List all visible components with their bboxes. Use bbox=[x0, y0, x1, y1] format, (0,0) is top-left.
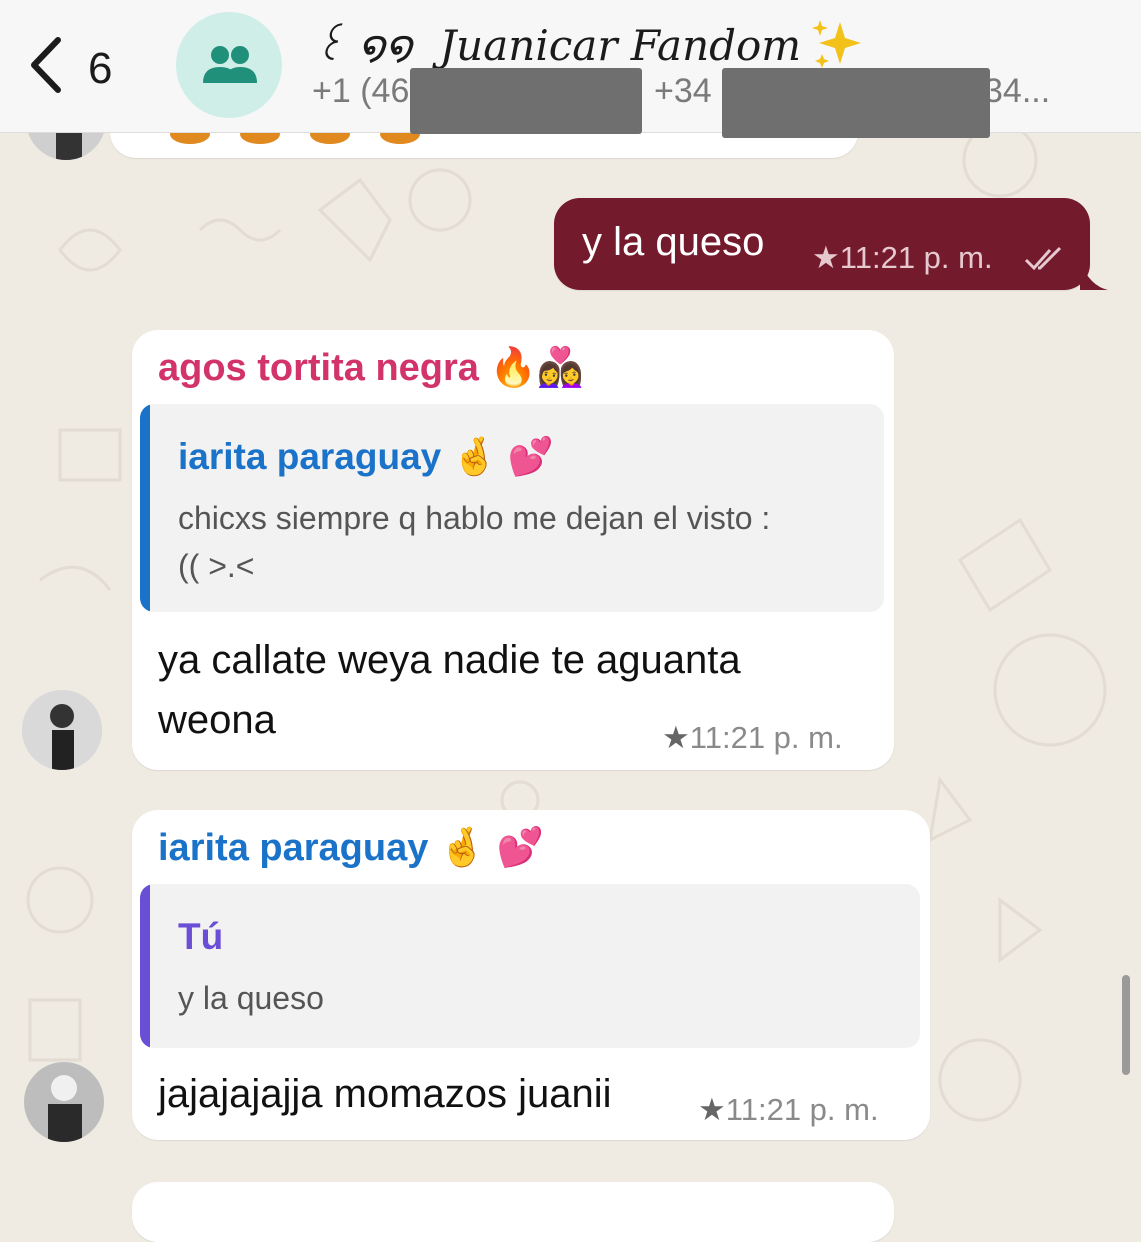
emoji-row bbox=[170, 130, 420, 144]
quote-accent-bar bbox=[140, 884, 150, 1048]
sender-avatar[interactable] bbox=[24, 1062, 104, 1142]
message-text: jajajajajja momazos juanii bbox=[158, 1072, 612, 1116]
incoming-message[interactable]: agos tortita negra 🔥👩‍❤️‍👩 iarita paragu… bbox=[132, 330, 894, 770]
message-time: 11:21 p. m. bbox=[725, 1092, 879, 1127]
quoted-text: chicxs siempre q hablo me dejan el visto… bbox=[178, 500, 771, 584]
message-time: 11:21 p. m. bbox=[839, 240, 993, 275]
bubble-tail bbox=[1080, 262, 1108, 290]
unread-count: 6 bbox=[88, 44, 113, 93]
quoted-message[interactable]: iarita paraguay 🤞 💕 chicxs siempre q hab… bbox=[140, 404, 884, 612]
quoted-message[interactable]: Tú y la queso bbox=[140, 884, 920, 1048]
member-phone: 34... bbox=[984, 72, 1051, 110]
message-meta: ★11:21 p. m. bbox=[662, 720, 843, 756]
group-icon bbox=[203, 46, 257, 83]
outgoing-message[interactable]: y la queso ★11:21 p. m. bbox=[554, 198, 1090, 290]
fire-icon: 🔥 bbox=[489, 347, 537, 389]
redaction-block bbox=[410, 68, 642, 134]
chevron-left-icon bbox=[31, 37, 61, 93]
sender-avatar[interactable] bbox=[22, 690, 102, 770]
star-icon: ★ bbox=[662, 720, 690, 755]
couple-icon: 👩‍❤️‍👩 bbox=[536, 347, 585, 389]
message-text: ya callate weya nadie te aguanta weona bbox=[158, 638, 741, 742]
quote-accent-bar bbox=[140, 404, 150, 612]
two-hearts-icon: 💕 bbox=[496, 827, 545, 869]
avatar-photo bbox=[24, 1062, 104, 1142]
incoming-message[interactable]: iarita paraguay 🤞 💕 Tú y la queso jajaja… bbox=[132, 810, 930, 1140]
message-text: y la queso bbox=[582, 220, 765, 264]
message-meta: ★11:21 p. m. bbox=[698, 1092, 879, 1128]
double-check-icon bbox=[1024, 246, 1062, 271]
avatar-photo bbox=[22, 690, 102, 770]
sender-name: iarita paraguay 🤞 💕 bbox=[158, 827, 545, 869]
crossed-fingers-icon: 🤞 bbox=[451, 436, 498, 477]
group-title[interactable]: ꒰ ໑໑ Juanicar Fandom bbox=[312, 16, 801, 71]
message-bubble-partial[interactable] bbox=[132, 1182, 894, 1242]
quoted-text: y la queso bbox=[178, 980, 324, 1016]
member-phone: +1 (46 bbox=[312, 72, 410, 110]
sparkles-icon bbox=[812, 20, 861, 68]
message-meta: ★11:21 p. m. bbox=[812, 240, 993, 276]
back-button[interactable]: 6 bbox=[18, 32, 128, 96]
quoted-author: iarita paraguay 🤞 💕 bbox=[178, 436, 554, 477]
star-icon: ★ bbox=[812, 240, 840, 275]
group-avatar[interactable] bbox=[176, 12, 282, 118]
two-hearts-icon: 💕 bbox=[507, 436, 554, 477]
redaction-block bbox=[722, 68, 990, 138]
star-icon: ★ bbox=[698, 1092, 726, 1127]
message-time: 11:21 p. m. bbox=[689, 720, 843, 755]
crossed-fingers-icon: 🤞 bbox=[438, 827, 487, 869]
sender-name: agos tortita negra 🔥👩‍❤️‍👩 bbox=[158, 347, 585, 389]
quoted-author: Tú bbox=[178, 916, 224, 957]
group-title-name: Juanicar Fandom bbox=[439, 21, 802, 70]
group-title-prefix: ꒰ ໑໑ bbox=[312, 21, 412, 70]
member-phone: +34 bbox=[654, 72, 712, 110]
scrollbar[interactable] bbox=[1122, 975, 1130, 1075]
